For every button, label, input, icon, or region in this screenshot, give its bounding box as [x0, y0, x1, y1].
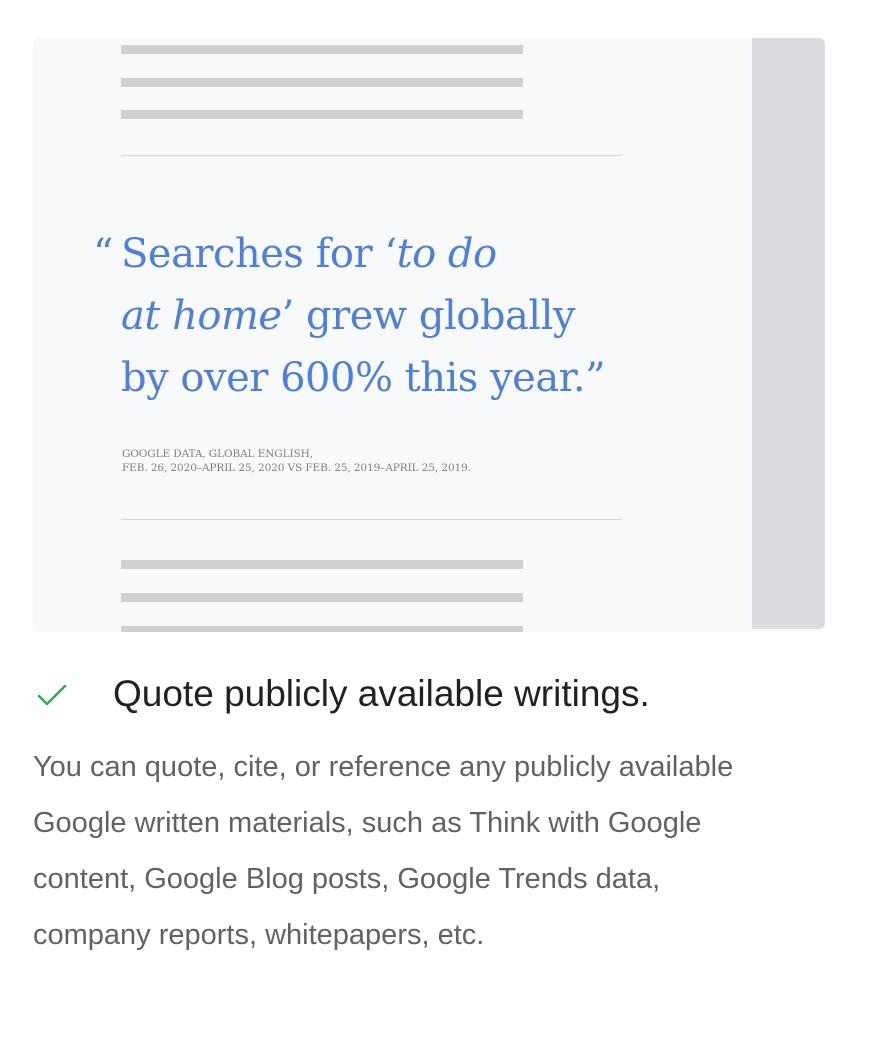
guideline-title: Quote publicly available writings. — [113, 673, 650, 714]
description-line: content, Google Blog posts, Google Trend… — [33, 863, 661, 895]
quote-line-2: at home’ grew globally — [121, 293, 576, 339]
quote-line-1: Searches for ‘to do — [121, 231, 497, 277]
quote-source: GOOGLE DATA, GLOBAL ENGLISH, FEB. 26, 20… — [122, 447, 471, 475]
example-illustration-card: “ Searches for ‘to do at home’ grew glob… — [33, 38, 825, 632]
placeholder-text-bar — [121, 110, 523, 119]
description-line: Google written materials, such as Think … — [33, 807, 702, 839]
quote-line-3: by over 600% this year.” — [121, 355, 606, 401]
placeholder-text-bar — [121, 45, 523, 54]
guideline-description: You can quote, cite, or reference any pu… — [33, 739, 853, 963]
description-line: company reports, whitepapers, etc. — [33, 919, 485, 951]
placeholder-text-bar — [121, 560, 523, 569]
illustration-sidebar — [752, 38, 825, 629]
pull-quote: “ Searches for ‘to do at home’ grew glob… — [93, 223, 681, 409]
divider — [121, 519, 622, 520]
placeholder-text-bar — [121, 593, 523, 602]
checkmark-icon — [36, 682, 68, 710]
placeholder-text-bar — [121, 78, 523, 87]
description-line: You can quote, cite, or reference any pu… — [33, 751, 734, 783]
quote-open-mark: “ — [93, 231, 113, 277]
placeholder-text-bar — [121, 626, 523, 632]
source-line-2: FEB. 26, 2020–APRIL 25, 2020 VS FEB. 25,… — [122, 462, 471, 474]
divider — [121, 155, 622, 156]
source-line-1: GOOGLE DATA, GLOBAL ENGLISH, — [122, 448, 313, 460]
